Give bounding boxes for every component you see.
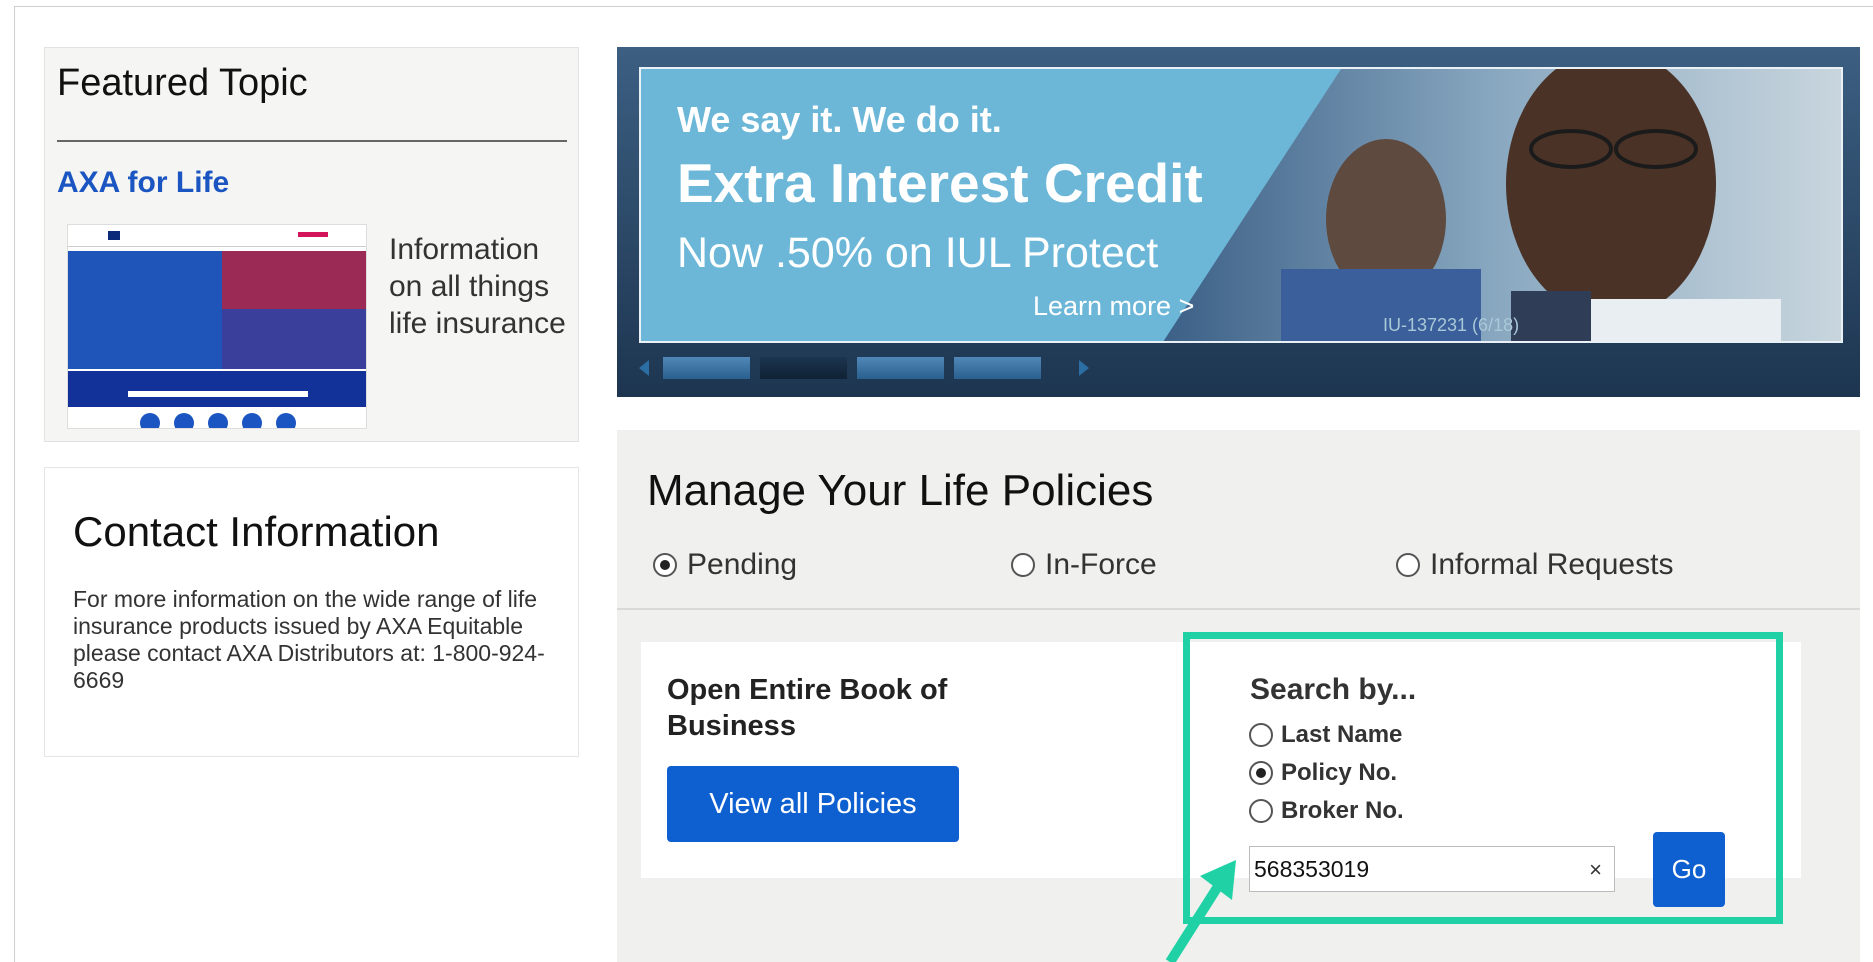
banner-headline: Extra Interest Credit <box>677 152 1203 214</box>
status-in-force-label: In-Force <box>1045 548 1157 581</box>
banner-tagline: We say it. We do it. <box>677 99 1002 140</box>
view-all-policies-button[interactable]: View all Policies <box>667 766 959 842</box>
thumbnail-pill <box>298 232 328 237</box>
highlight-box <box>1183 632 1783 924</box>
thumbnail-dots <box>140 413 296 428</box>
manage-policies-title: Manage Your Life Policies <box>647 466 1154 515</box>
contact-information-panel: Contact Information For more information… <box>44 467 579 757</box>
thumbnail-header <box>68 225 366 247</box>
banner-code: IU-137231 (6/18) <box>1383 315 1520 335</box>
status-informal-requests-label: Informal Requests <box>1430 548 1674 581</box>
contact-information-text: For more information on the wide range o… <box>73 586 545 693</box>
axa-for-life-thumbnail[interactable] <box>67 224 367 429</box>
thumbnail-band <box>68 371 366 407</box>
carousel-slide-1[interactable] <box>663 357 750 379</box>
thumbnail-red-block <box>222 251 366 309</box>
radio-icon[interactable] <box>1011 553 1035 577</box>
carousel-slide-3[interactable] <box>857 357 944 379</box>
banner-slide[interactable]: We say it. We do it. Extra Interest Cred… <box>639 67 1843 343</box>
promo-banner: We say it. We do it. Extra Interest Cred… <box>617 47 1860 397</box>
carousel-slide-4[interactable] <box>954 357 1041 379</box>
featured-topic-panel: Featured Topic AXA for Life Information … <box>44 47 579 442</box>
triangle-right-icon[interactable] <box>1079 360 1089 376</box>
book-of-business-title: Open Entire Book of Business <box>667 674 948 742</box>
thumbnail-purple-block <box>222 309 366 369</box>
thumbnail-logo <box>108 231 120 240</box>
radio-icon[interactable] <box>653 553 677 577</box>
divider <box>617 608 1860 610</box>
banner-subhead: Now .50% on IUL Protect <box>677 229 1159 277</box>
radio-icon[interactable] <box>1396 553 1420 577</box>
arrow-icon <box>1165 860 1236 962</box>
learn-more-link[interactable]: Learn more > <box>1033 291 1194 322</box>
thumbnail-bar <box>128 391 308 397</box>
contact-information-title: Contact Information <box>73 508 440 555</box>
banner-carousel-controls <box>639 353 1089 383</box>
policy-status-options: Pending In-Force Informal Requests <box>653 548 1853 588</box>
divider <box>57 140 567 142</box>
carousel-slide-2[interactable] <box>760 357 847 379</box>
status-informal-requests-radio[interactable]: Informal Requests <box>1396 548 1673 582</box>
thumbnail-hero <box>68 251 366 369</box>
status-pending-label: Pending <box>687 548 798 581</box>
status-in-force-radio[interactable]: In-Force <box>1011 548 1157 582</box>
status-pending-radio[interactable]: Pending <box>653 548 797 582</box>
axa-for-life-link[interactable]: AXA for Life <box>57 166 229 200</box>
featured-topic-description: Information on all things life insurance <box>389 233 566 340</box>
triangle-left-icon[interactable] <box>639 360 649 376</box>
featured-topic-title: Featured Topic <box>57 62 308 104</box>
